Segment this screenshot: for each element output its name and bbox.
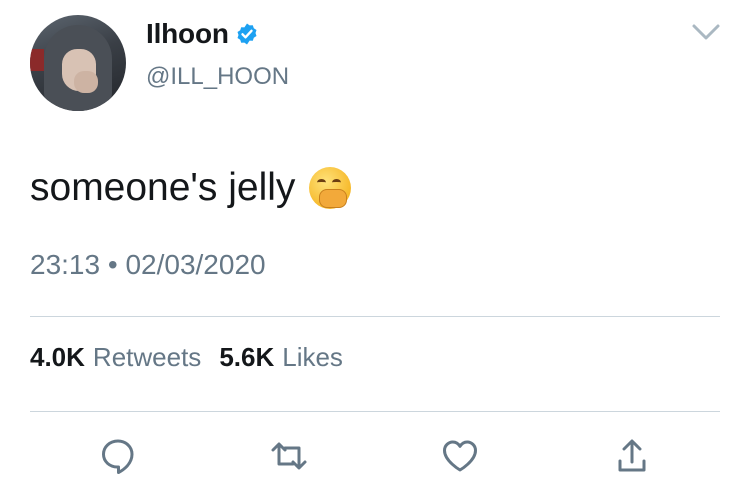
share-icon[interactable] [612, 436, 652, 476]
yawning-face-emoji-icon [309, 167, 352, 209]
avatar-hand [74, 71, 98, 93]
tweet-stats: 4.0K Retweets 5.6K Likes [30, 342, 343, 373]
likes-count: 5.6K [219, 342, 275, 372]
like-heart-icon[interactable] [440, 436, 480, 476]
tweet-date: 02/03/2020 [125, 249, 266, 280]
display-name[interactable]: Ilhoon [146, 18, 229, 50]
tweet-text: someone's jelly [30, 166, 296, 209]
retweets-stat[interactable]: 4.0K Retweets [30, 342, 201, 373]
divider-top [30, 316, 720, 317]
likes-label: Likes [282, 342, 343, 372]
tweet-time: 23:13 [30, 249, 101, 280]
tweet-text-row: someone's jelly [30, 166, 352, 210]
verified-badge-icon [237, 23, 257, 45]
author-name-row: Ilhoon [146, 18, 259, 50]
emoji-eye-left [317, 179, 327, 186]
emoji-eye-right [332, 179, 342, 186]
retweets-label: Retweets [92, 342, 202, 372]
chevron-down-icon[interactable] [690, 20, 722, 44]
timestamp-separator: • [107, 249, 118, 280]
tweet-actions [0, 436, 750, 476]
divider-bottom [30, 411, 720, 412]
user-handle[interactable]: @ILL_HOON [146, 63, 289, 91]
reply-icon[interactable] [98, 436, 138, 476]
emoji-hand [319, 189, 348, 208]
retweet-icon[interactable] [269, 436, 309, 476]
retweets-count: 4.0K [30, 342, 85, 372]
avatar-background [30, 49, 44, 71]
tweet-timestamp[interactable]: 23:13 • 02/03/2020 [30, 249, 266, 281]
avatar[interactable] [30, 15, 126, 111]
likes-stat[interactable]: 5.6K Likes [219, 342, 343, 373]
